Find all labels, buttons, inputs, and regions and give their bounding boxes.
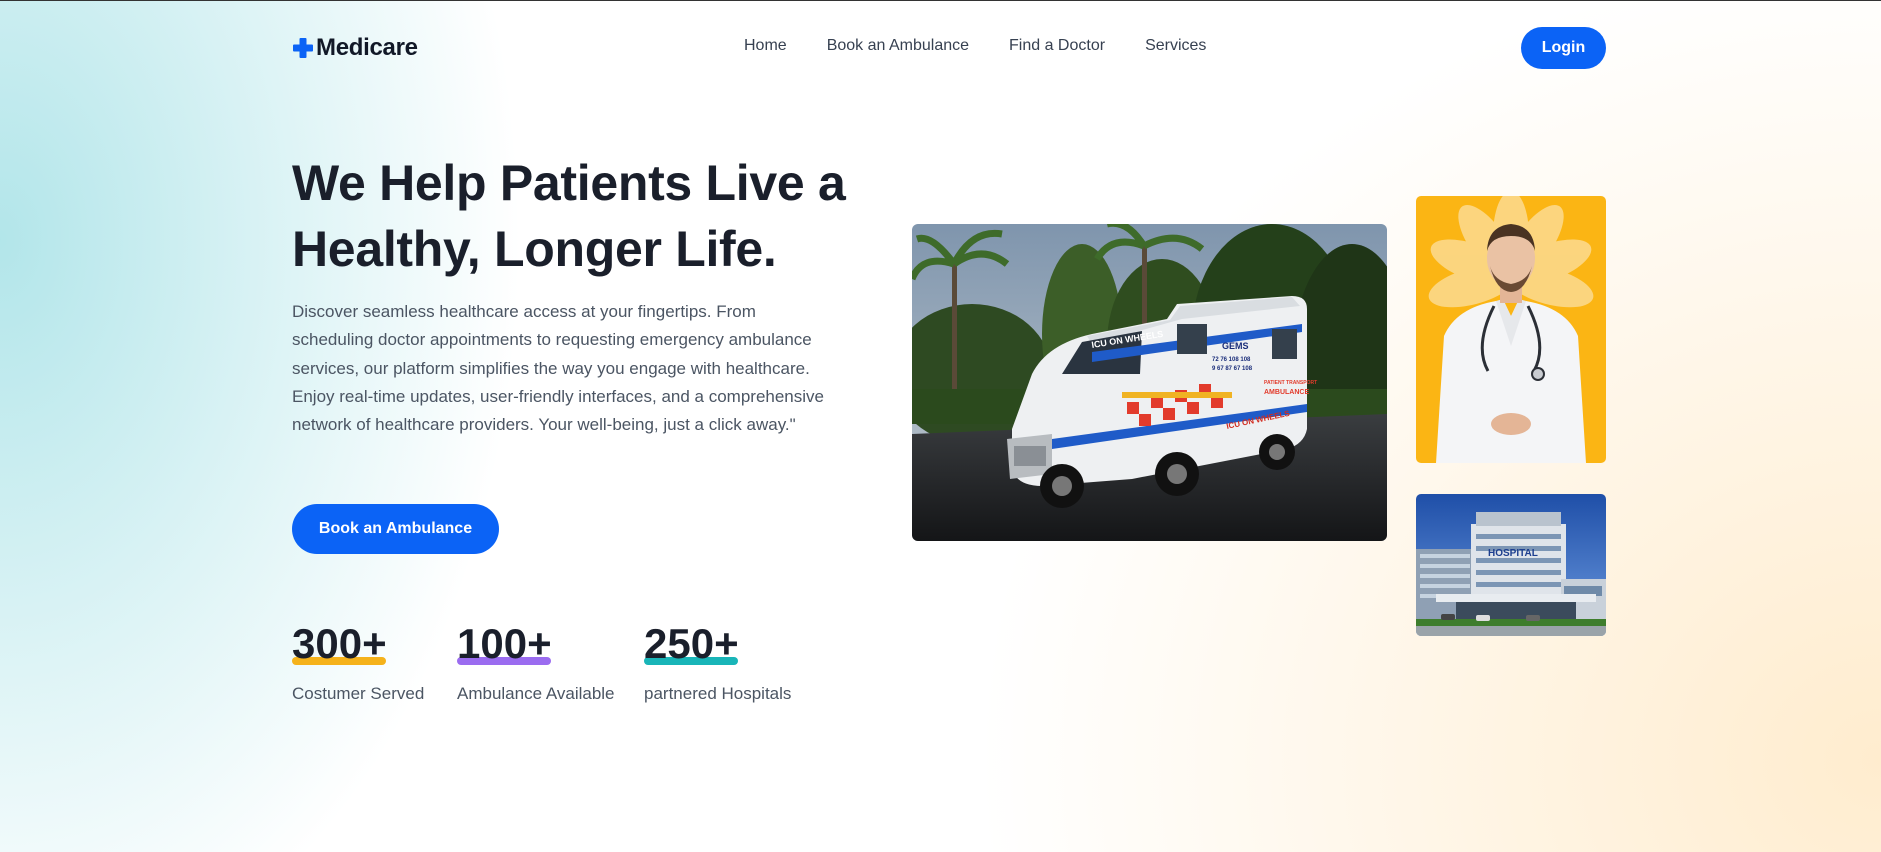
stat-value: 100+ (457, 620, 552, 668)
book-ambulance-button[interactable]: Book an Ambulance (292, 504, 499, 554)
doctor-image (1416, 196, 1606, 463)
ambulance-text-phone-2: 9 67 87 67 108 (1212, 366, 1253, 372)
stat-label: partnered Hospitals (644, 684, 792, 703)
hospital-image: HOSPITAL (1416, 494, 1606, 636)
stat-number: 100+ (457, 620, 552, 667)
stat-value: 300+ (292, 620, 387, 668)
stat-label: Ambulance Available (457, 684, 615, 703)
stat-value: 250+ (644, 620, 739, 668)
ambulance-text-phone-1: 72 76 108 108 (1212, 357, 1251, 363)
medical-cross-icon (292, 37, 314, 59)
stat-number: 250+ (644, 620, 739, 667)
hero-description: Discover seamless healthcare access at y… (292, 302, 824, 435)
ambulance-text-transport: PATIENT TRANSPORT (1264, 380, 1317, 386)
stat-customers: 300+ Costumer Served (292, 620, 424, 704)
brand-name: Medicare (316, 34, 418, 61)
ambulance-text-ambulance: AMBULANCE (1264, 389, 1309, 396)
nav-link-home[interactable]: Home (744, 37, 787, 55)
nav-link-book-ambulance[interactable]: Book an Ambulance (827, 37, 969, 55)
nav-link-find-doctor[interactable]: Find a Doctor (1009, 37, 1105, 55)
ambulance-text-gems: GEMS (1222, 341, 1249, 351)
main-nav: Home Book an Ambulance Find a Doctor Ser… (744, 37, 1206, 55)
hero-title: We Help Patients Live a Healthy, Longer … (292, 155, 846, 277)
stat-number: 300+ (292, 620, 387, 667)
hospital-sign: HOSPITAL (1488, 548, 1538, 559)
nav-link-services[interactable]: Services (1145, 37, 1206, 55)
brand-logo[interactable]: Medicare (292, 34, 418, 62)
login-button[interactable]: Login (1521, 27, 1606, 69)
stat-ambulances: 100+ Ambulance Available (457, 620, 615, 704)
stat-hospitals: 250+ partnered Hospitals (644, 620, 791, 704)
stat-label: Costumer Served (292, 684, 425, 703)
ambulance-image: ICU ON WHEELS GEMS 72 76 108 108 9 67 87… (912, 224, 1387, 541)
site-header: Medicare Home Book an Ambulance Find a D… (0, 0, 1881, 96)
